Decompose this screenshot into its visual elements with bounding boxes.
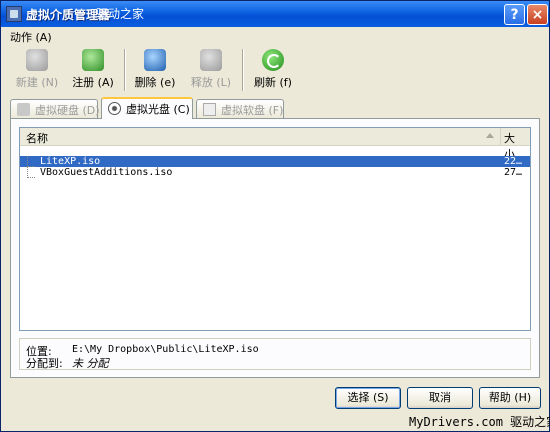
release-label: 释放 (L) [190,76,232,89]
disk-register-icon [82,49,104,71]
register-button[interactable]: 注册 (A) [64,49,122,93]
tab-cd-dvd-images[interactable]: 虚拟光盘 (C) [101,97,193,119]
toolbar: 新建 (N) 注册 (A) 删除 (e) 释放 (L) 刷新 (f) [2,45,548,95]
hard-disk-icon [17,103,30,116]
details-box: 位置: E:\My Dropbox\Public\LiteXP.iso 分配到:… [19,338,531,370]
floppy-icon [203,103,216,116]
select-button[interactable]: 选择 (S) [335,387,401,409]
footer-watermark: MyDrivers.com 驱动之家 [409,415,550,429]
remove-label: 删除 (e) [134,76,176,89]
list-header: 名称 大小 [20,128,530,161]
column-size-header[interactable]: 大小 [501,128,530,161]
new-button[interactable]: 新建 (N) [8,49,66,93]
tab-hard-disks-label: 虚拟硬盘 (D) [35,104,100,117]
tree-line [27,156,35,167]
cd-icon [108,102,121,115]
title-help-button[interactable]: ? [504,4,525,25]
refresh-label: 刷新 (f) [254,76,292,89]
new-label: 新建 (N) [15,76,59,89]
app-icon [6,6,22,22]
virtual-media-manager-window: 虚拟介质管理器 驱动之家 ? × 动作 (A) 新建 (N) 注册 (A) 删除… [0,0,550,432]
refresh-icon [262,49,284,71]
watermark-top: 驱动之家 [96,7,145,21]
disk-new-icon [26,49,48,71]
cancel-button[interactable]: 取消 [407,387,473,409]
title-bar[interactable]: 虚拟介质管理器 驱动之家 ? × [1,1,549,27]
list-item[interactable]: VBoxGuestAdditions.iso 27… [20,167,530,178]
column-name-header[interactable]: 名称 [20,128,501,145]
tab-hard-disks[interactable]: 虚拟硬盘 (D) [10,99,100,118]
list-item-name: VBoxGuestAdditions.iso [40,167,173,178]
refresh-button[interactable]: 刷新 (f) [244,49,302,93]
list-item-size: 27… [504,167,523,178]
media-list[interactable]: 名称 大小 LiteXP.iso 22… VBoxGuestAdditions.… [19,127,531,331]
tree-line [27,167,35,178]
attached-to-value: 未 分配 [72,357,109,370]
list-item-name: LiteXP.iso [40,156,101,167]
disk-remove-icon [144,49,166,71]
title-close-button[interactable]: × [527,4,548,25]
tab-panel: 名称 大小 LiteXP.iso 22… VBoxGuestAdditions.… [10,118,540,378]
disk-release-icon [200,49,222,71]
release-button[interactable]: 释放 (L) [182,49,240,93]
menu-action[interactable]: 动作 (A) [10,29,52,45]
remove-button[interactable]: 删除 (e) [126,49,184,93]
register-label: 注册 (A) [72,76,114,89]
tab-floppy-images[interactable]: 虚拟软盘 (F) [196,99,284,118]
list-item-size: 22… [504,156,523,167]
help-button[interactable]: 帮助 (H) [479,387,541,409]
location-value: E:\My Dropbox\Public\LiteXP.iso [72,344,259,355]
tab-floppy-label: 虚拟软盘 (F) [221,104,284,117]
sort-ascending-icon [486,133,494,138]
tab-cd-dvd-label: 虚拟光盘 (C) [126,103,190,116]
list-item[interactable]: LiteXP.iso 22… [20,156,530,167]
attached-to-label: 分配到: [26,357,63,370]
media-tabs: 虚拟硬盘 (D) 虚拟光盘 (C) 虚拟软盘 (F) [10,97,540,119]
menu-bar: 动作 (A) [2,27,548,45]
